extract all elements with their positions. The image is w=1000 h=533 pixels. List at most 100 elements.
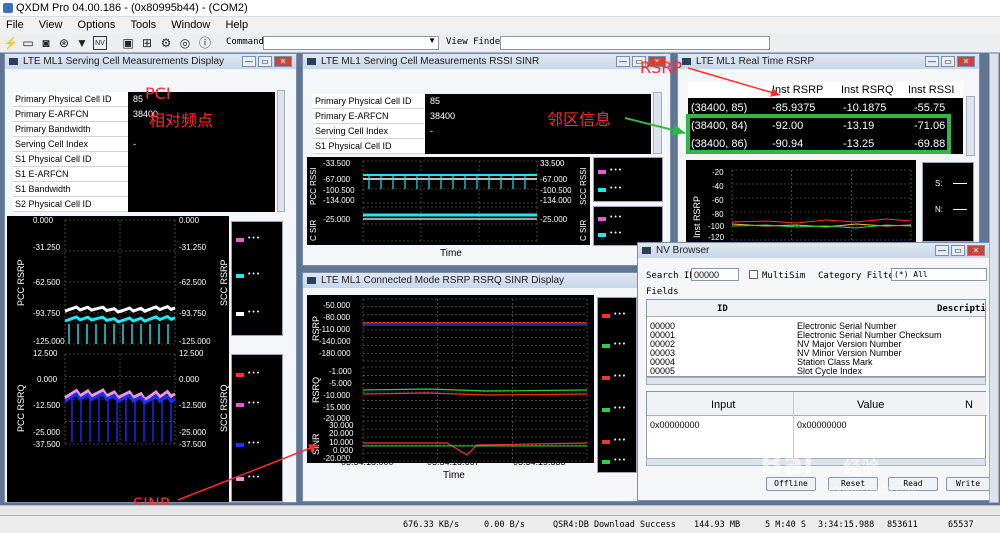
minimize-button[interactable]: — (242, 56, 256, 67)
search-id-input[interactable]: 00000 (691, 268, 739, 281)
x-tick-label: 03:33:50.000 (43, 457, 96, 467)
nv-list-item[interactable]: 00005 Slot Cycle Index (647, 366, 985, 376)
menu-window[interactable]: Window (165, 17, 216, 33)
nv-list-item[interactable]: 00003 NV Minor Version Number (647, 348, 985, 358)
category-filter-select[interactable]: (*) All (891, 268, 987, 281)
real-time-rsrp-window-titlebar[interactable]: LTE ML1 Real Time RSRP — ▭ ✕ (678, 54, 979, 69)
multisim-label: MultiSim (762, 271, 806, 281)
table-row: Primary E-ARFCN 38400 (13, 107, 275, 122)
app-title-bar: QXDM Pro 04.00.186 - (0x80995b44) - (COM… (0, 0, 1000, 17)
funnel-icon[interactable]: ▼ (75, 36, 89, 50)
watermark-logo: Bai 经验 (760, 447, 880, 482)
rsrq-serving-line (362, 388, 588, 392)
tick-label: -60 (712, 196, 724, 205)
nv-list-item[interactable]: 00004 Station Class Mark (647, 357, 985, 367)
table-scrollbar[interactable] (966, 96, 975, 156)
table-row: Serving Cell Index - (13, 137, 275, 152)
globe-icon[interactable]: ◎ (178, 36, 192, 50)
close-button[interactable]: ✕ (274, 56, 292, 67)
write-button[interactable]: Write (946, 477, 989, 491)
tick-label: 0.000 (179, 216, 200, 225)
tick-label: -110.000 (319, 325, 350, 334)
status-message: QSR4:DB Download Success (553, 520, 676, 530)
tick-label: -180.000 (319, 349, 351, 358)
close-button[interactable]: ✕ (967, 245, 985, 256)
nv-items-list[interactable]: ID Descripti 00000 Electronic Serial Numb… (646, 299, 986, 377)
command-input[interactable]: ▼ (263, 36, 439, 50)
maximize-button[interactable]: ▭ (941, 56, 955, 67)
close-button[interactable]: ✕ (957, 56, 975, 67)
minimize-button[interactable]: — (935, 245, 949, 256)
view-finder-input[interactable] (500, 36, 770, 50)
toolbar: ⚡ ▭ ◙ ⊛ ▼ NV ▣ ⊞ ⚙ ◎ ⓘ Command: ▼ View F… (0, 33, 1000, 53)
pcc-rssi-axis-label: PCC RSSI (309, 167, 318, 205)
nv-list-item[interactable]: 00002 NV Major Version Number (647, 339, 985, 349)
minimize-button[interactable]: — (925, 56, 939, 67)
maximize-button[interactable]: ▭ (258, 56, 272, 67)
rssi-sinr-window-titlebar[interactable]: LTE ML1 Serving Cell Measurements RSSI S… (303, 54, 670, 69)
tick-label: 0.000 (37, 375, 58, 384)
window-title: LTE ML1 Connected Mode RSRP RSRQ SINR Di… (321, 275, 565, 286)
nv-list-item[interactable]: 00000 Electronic Serial Number (647, 321, 985, 331)
save-icon[interactable]: ▣ (121, 36, 135, 50)
menu-help[interactable]: Help (219, 17, 254, 33)
window-icon (9, 58, 18, 65)
tick-label: -33.500 (323, 159, 351, 168)
minimize-button[interactable]: — (616, 56, 630, 67)
table-row: S1 E-ARFCN (13, 167, 275, 182)
tick-label: 0.000 (179, 375, 200, 384)
tick-label: -37.500 (179, 440, 207, 449)
tick-label: -50.000 (323, 301, 351, 310)
window-icon (682, 58, 691, 65)
multisim-checkbox[interactable] (749, 270, 758, 279)
column-header: Inst RSRQ (841, 84, 894, 96)
column-header: Descripti (937, 304, 986, 314)
open-folder-icon[interactable]: ▭ (21, 36, 35, 50)
tick-label: -1.000 (329, 367, 352, 376)
table-row: S1 Physical Cell ID (313, 139, 651, 154)
filter-icon[interactable]: ⊛ (57, 36, 71, 50)
x-axis-title: Time (109, 470, 131, 481)
legend-top: • • • • • • • • • (231, 221, 283, 336)
connected-mode-window[interactable]: LTE ML1 Connected Mode RSRP RSRQ SINR Di… (302, 272, 639, 502)
category-filter-label: Category Filter (818, 271, 900, 281)
connected-mode-window-titlebar[interactable]: LTE ML1 Connected Mode RSRP RSRQ SINR Di… (303, 273, 638, 288)
pcc-rsrp-axis-label: PCC RSRP (16, 259, 26, 306)
connect-icon[interactable]: ⚡ (3, 36, 18, 50)
tick-label: -67.000 (323, 175, 351, 184)
nv-browser-titlebar[interactable]: NV Browser — ▭ ✕ (638, 243, 989, 258)
main-hscrollbar[interactable] (0, 505, 1000, 515)
rssi-sinr-window[interactable]: LTE ML1 Serving Cell Measurements RSSI S… (302, 53, 671, 266)
nv-list-item[interactable]: 00001 Electronic Serial Number Checksum (647, 330, 985, 340)
info-icon[interactable]: ⓘ (198, 36, 212, 50)
menu-view[interactable]: View (33, 17, 69, 33)
table-scrollbar[interactable] (277, 90, 285, 212)
add-icon[interactable]: ⊞ (140, 36, 154, 50)
legend: • • • • • • • • • • • • • • • • • • (597, 297, 637, 473)
nv-input-cell[interactable]: 0x00000000 (650, 420, 700, 430)
table-scrollbar[interactable] (653, 92, 662, 154)
legend-item: • • • (236, 370, 276, 379)
x-tick-label: 03:33:50.000 (339, 234, 392, 244)
app-icon (3, 3, 13, 13)
x-tick-label: 03:34:10.000 (475, 234, 528, 244)
legend-item: • • • (598, 167, 638, 176)
x-tick-label: 03:34:19.333 (513, 457, 566, 467)
nv-list-hscrollbar[interactable] (646, 377, 986, 385)
c-sir-axis-label: C SIR (309, 219, 318, 241)
nv-icon[interactable]: NV (93, 36, 107, 50)
real-time-rsrp-window[interactable]: LTE ML1 Real Time RSRP — ▭ ✕ Inst RSRP Ins… (677, 53, 980, 243)
legend: S: N: (922, 162, 974, 242)
nv-value-cell[interactable]: 0x00000000 (797, 420, 847, 430)
settings-icon[interactable]: ⚙ (159, 36, 173, 50)
serving-cell-window-titlebar[interactable]: LTE ML1 Serving Cell Measurements Displa… (5, 54, 296, 69)
main-vscrollbar[interactable] (989, 53, 999, 503)
menu-tools[interactable]: Tools (125, 17, 163, 33)
tick-label: -134.000 (323, 196, 355, 205)
maximize-button[interactable]: ▭ (951, 245, 965, 256)
camera-icon[interactable]: ◙ (39, 36, 53, 50)
legend-item: • • • (602, 457, 638, 466)
menu-options[interactable]: Options (72, 17, 122, 33)
menu-file[interactable]: File (0, 17, 30, 33)
rsrp-axis-label: RSRP (311, 315, 321, 341)
